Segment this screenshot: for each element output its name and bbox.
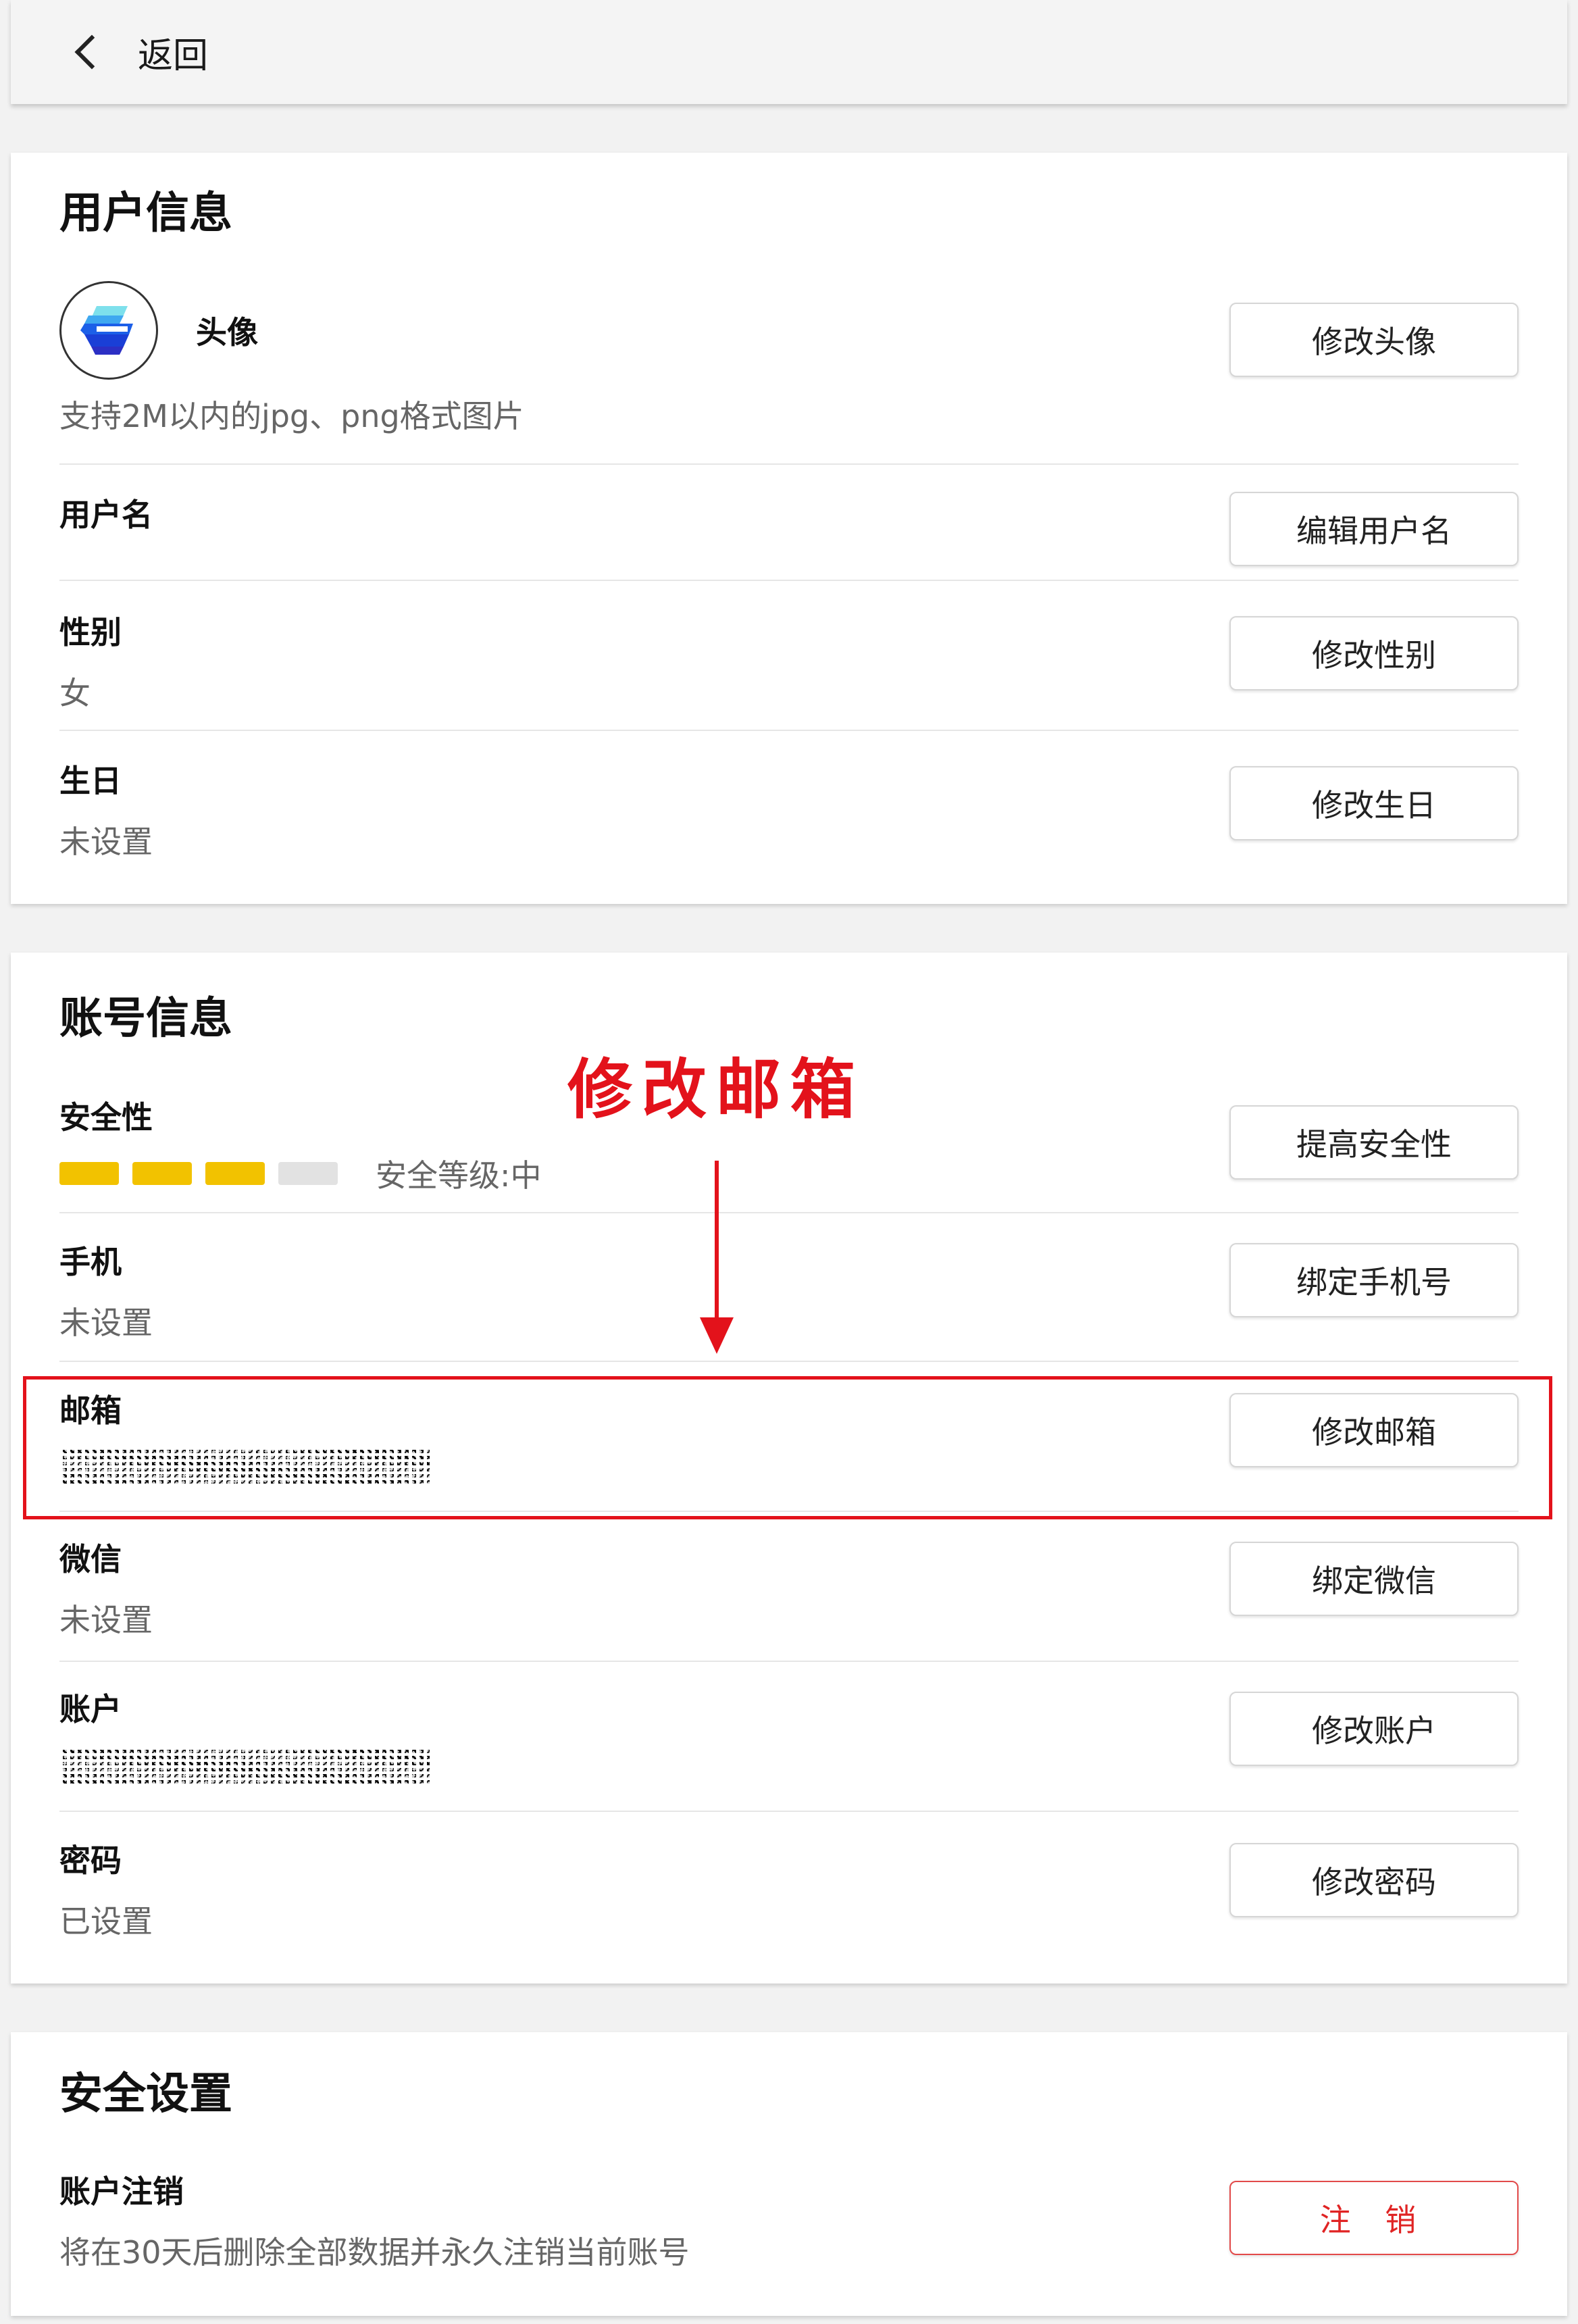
- top-bar: 返回: [11, 0, 1567, 104]
- bind-wechat-button[interactable]: 绑定微信: [1229, 1542, 1519, 1616]
- user-info-card: 用户信息 头像 支持2M以内的jpg、png格式图片 修改头像 用户名 编辑用户…: [11, 153, 1567, 904]
- birthday-value: 未设置: [59, 824, 153, 860]
- account-info-title: 账号信息: [59, 994, 232, 1044]
- password-label: 密码: [59, 1842, 122, 1879]
- security-level-bar: [59, 1162, 343, 1185]
- birthday-row: 生日 未设置 修改生日: [59, 731, 1519, 886]
- arrow-down-icon: [700, 1317, 734, 1354]
- wechat-value: 未设置: [59, 1602, 153, 1638]
- logo-icon: [80, 306, 133, 355]
- account-masked-value: [59, 1750, 430, 1786]
- avatar-label: 头像: [196, 314, 258, 351]
- password-row: 密码 已设置 修改密码: [59, 1812, 1519, 1967]
- avatar-hint: 支持2M以内的jpg、png格式图片: [59, 398, 524, 434]
- annotation-highlight-box: [23, 1376, 1552, 1519]
- user-info-title: 用户信息: [59, 188, 232, 238]
- deregister-row: 账户注销 将在30天后删除全部数据并永久注销当前账号 注 销: [59, 2161, 1519, 2309]
- security-segment: [59, 1162, 119, 1185]
- change-password-button[interactable]: 修改密码: [1229, 1843, 1519, 1917]
- chevron-left-icon: [74, 34, 109, 70]
- deregister-label: 账户注销: [59, 2173, 184, 2210]
- change-account-button[interactable]: 修改账户: [1229, 1692, 1519, 1766]
- security-level-text: 安全等级:中: [376, 1157, 542, 1194]
- improve-security-button[interactable]: 提高安全性: [1229, 1105, 1519, 1180]
- account-label: 账户: [59, 1691, 122, 1727]
- phone-row: 手机 未设置 绑定手机号: [59, 1213, 1519, 1362]
- gender-label: 性别: [59, 614, 122, 651]
- username-label: 用户名: [59, 497, 153, 533]
- wechat-label: 微信: [59, 1541, 122, 1577]
- phone-value: 未设置: [59, 1305, 153, 1341]
- avatar-row: 头像 支持2M以内的jpg、png格式图片 修改头像: [59, 281, 1519, 436]
- password-value: 已设置: [59, 1903, 153, 1940]
- annotation-label: 修改邮箱: [567, 1052, 865, 1128]
- back-button[interactable]: 返回: [11, 27, 208, 78]
- wechat-row: 微信 未设置 绑定微信: [59, 1512, 1519, 1661]
- edit-username-button[interactable]: 编辑用户名: [1229, 492, 1519, 566]
- birthday-label: 生日: [59, 763, 122, 799]
- change-gender-button[interactable]: 修改性别: [1229, 616, 1519, 690]
- change-avatar-button[interactable]: 修改头像: [1229, 303, 1519, 377]
- change-birthday-button[interactable]: 修改生日: [1229, 766, 1519, 840]
- avatar: [59, 281, 158, 380]
- security-segment: [205, 1162, 265, 1185]
- security-segment: [278, 1162, 338, 1185]
- security-settings-card: 安全设置 账户注销 将在30天后删除全部数据并永久注销当前账号 注 销: [11, 2032, 1567, 2316]
- annotation-arrow-line: [715, 1161, 719, 1330]
- gender-row: 性别 女 修改性别: [59, 581, 1519, 730]
- phone-label: 手机: [59, 1244, 122, 1280]
- gender-value: 女: [59, 675, 91, 711]
- bind-phone-button[interactable]: 绑定手机号: [1229, 1243, 1519, 1317]
- deregister-hint: 将在30天后删除全部数据并永久注销当前账号: [59, 2234, 690, 2271]
- deregister-button[interactable]: 注 销: [1229, 2181, 1519, 2255]
- account-row: 账户 修改账户: [59, 1662, 1519, 1811]
- back-label: 返回: [138, 35, 209, 76]
- security-settings-title: 安全设置: [59, 2069, 232, 2119]
- security-label: 安全性: [59, 1099, 153, 1136]
- security-segment: [132, 1162, 192, 1185]
- username-row: 用户名 编辑用户名: [59, 465, 1519, 580]
